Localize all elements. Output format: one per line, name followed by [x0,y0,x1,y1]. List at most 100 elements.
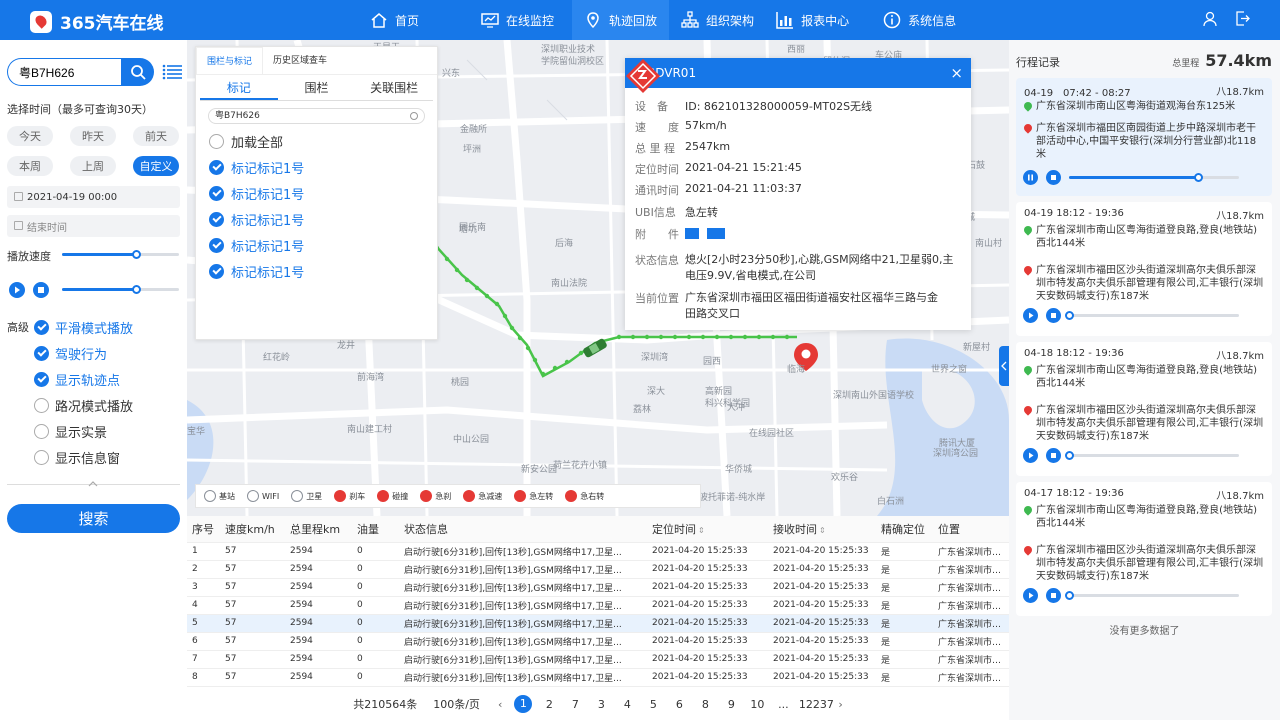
map-view[interactable]: 天星王深圳职业技术学院留仙洞校区兴东珠光金融所西丽留仙洞塘朗中兴通讯长源中国科学… [187,40,1009,516]
user-icon[interactable] [1203,11,1217,27]
layer-tab[interactable]: 历史区域查车 [263,47,337,74]
map-place-label: 波托菲诺-纯水岸 [699,493,766,503]
quick-time-button[interactable]: 上周 [70,156,116,176]
trip-card[interactable]: 04-19 07:42 - 08:27 八18.7km 广东省深圳市南山区粤海街道观… [1016,78,1272,196]
quick-time-button[interactable]: 前天 [133,126,179,146]
start-time-field[interactable]: 2021-04-19 00:00 [7,186,180,208]
page-size-select[interactable]: 100条/页 [433,696,480,712]
layer-subtab[interactable]: 标记 [200,77,278,100]
nav-item-6[interactable]: 系统信息 [871,0,968,40]
marker-search-input[interactable]: 粤B7H626 [208,108,425,124]
search-button[interactable]: 搜索 [7,504,180,533]
play-button[interactable] [1023,588,1038,603]
expand-panel-tab[interactable] [999,346,1009,386]
quick-time-button[interactable]: 自定义 [133,156,179,176]
nav-item-2[interactable]: 在线监控 [469,0,566,40]
marker-item[interactable]: 加载全部 [209,128,437,154]
page-number[interactable]: 10 [744,698,770,711]
trip-progress-track[interactable] [1065,311,1239,320]
pause-button[interactable] [1023,170,1038,185]
progress-slider-knob[interactable] [131,285,141,294]
quick-time-button[interactable]: 本周 [7,156,53,176]
nav-item-5[interactable]: 报表中心 [764,0,861,40]
trip-card[interactable]: 04-18 18:12 - 19:36 八18.7km 广东省深圳市南山区粤海街道登… [1016,342,1272,476]
stop-button[interactable] [1046,588,1061,603]
sort-icon[interactable]: ⇕ [698,526,705,535]
page-number[interactable]: 6 [666,698,692,711]
trip-progress-track[interactable] [1069,173,1239,182]
trip-progress-track[interactable] [1065,451,1239,460]
option-toggle[interactable]: 驾驶行为 [34,344,107,363]
close-icon[interactable]: × [950,58,963,88]
play-button[interactable] [1023,308,1038,323]
page-number[interactable]: 8 [692,698,718,711]
page-number[interactable]: 5 [640,698,666,711]
layer-tab[interactable]: 围栏与标记 [196,47,264,74]
table-row[interactable]: 4 57 2594 0 启动行驶[6分31秒],回传[13秒],GSM网络中17,卫星.… [187,596,1009,615]
play-button[interactable] [9,282,25,298]
trip-card[interactable]: 04-17 18:12 - 19:36 八18.7km 广东省深圳市南山区粤海街道登… [1016,482,1272,616]
table-row[interactable]: 8 57 2594 0 启动行驶[6分31秒],回传[13秒],GSM网络中17,卫星.… [187,668,1009,687]
end-time-field[interactable]: 结束时间 [7,215,180,237]
stop-button[interactable] [1046,308,1061,323]
option-toggle[interactable]: 平滑模式播放 [34,318,133,337]
column-header[interactable]: 接收时间 ⇕ [768,516,876,543]
speed-slider-knob[interactable] [131,250,141,259]
option-toggle[interactable]: 显示信息窗 [34,448,120,467]
page-number[interactable]: 9 [718,698,744,711]
trip-card[interactable]: 04-19 18:12 - 19:36 八18.7km 广东省深圳市南山区粤海街道登… [1016,202,1272,336]
page-number[interactable]: 3 [588,698,614,711]
marker-item[interactable]: 标记标记1号 [209,180,437,206]
quick-time-button[interactable]: 昨天 [70,126,116,146]
trip-progress-knob[interactable] [1065,451,1074,460]
marker-item[interactable]: 标记标记1号 [209,206,437,232]
video-attachment-icon[interactable] [707,227,725,239]
nav-item-3[interactable]: 轨迹回放 [572,0,670,40]
nav-item-4[interactable]: 组织架构 [669,0,766,40]
table-row[interactable]: 2 57 2594 0 启动行驶[6分31秒],回传[13秒],GSM网络中17,卫星.… [187,560,1009,579]
table-row[interactable]: 7 57 2594 0 启动行驶[6分31秒],回传[13秒],GSM网络中17,卫星.… [187,650,1009,669]
layer-subtab[interactable]: 围栏 [278,77,356,100]
trip-progress-knob[interactable] [1065,591,1074,600]
table-row[interactable]: 5 57 2594 0 启动行驶[6分31秒],回传[13秒],GSM网络中17,卫星.… [187,614,1009,633]
chevron-up-icon[interactable] [88,481,98,487]
play-button[interactable] [1023,448,1038,463]
app-logo[interactable]: 365汽车在线 [30,9,164,34]
stop-button[interactable] [33,282,49,298]
quick-time-button[interactable]: 今天 [7,126,53,146]
next-page-icon[interactable]: › [838,698,842,711]
option-toggle[interactable]: 显示实景 [34,422,107,441]
page-number[interactable]: 12237 [796,698,836,711]
speed-slider[interactable] [62,250,179,259]
prev-page-icon[interactable]: ‹ [498,698,502,711]
list-view-button[interactable] [162,63,182,81]
table-cell: 7 [187,650,220,669]
sort-icon[interactable]: ⇕ [819,526,826,535]
marker-item[interactable]: 标记标记1号 [209,258,437,284]
trip-progress-knob[interactable] [1194,173,1204,182]
logout-icon[interactable] [1235,11,1250,26]
nav-item-1[interactable]: 首页 [358,0,431,40]
image-attachment-icon[interactable] [685,227,699,239]
column-header[interactable]: 定位时间 ⇕ [647,516,768,543]
marker-item[interactable]: 标记标记1号 [209,232,437,258]
layer-subtab[interactable]: 关联围栏 [355,77,433,100]
table-row[interactable]: 6 57 2594 0 启动行驶[6分31秒],回传[13秒],GSM网络中17,卫星.… [187,632,1009,651]
page-number[interactable]: ... [770,698,796,711]
marker-item[interactable]: 标记标记1号 [209,154,437,180]
table-row[interactable]: 3 57 2594 0 启动行驶[6分31秒],回传[13秒],GSM网络中17,卫星.… [187,578,1009,597]
option-toggle[interactable]: 路况模式播放 [34,396,133,415]
stop-button[interactable] [1046,170,1061,185]
page-number[interactable]: 4 [614,698,640,711]
option-toggle[interactable]: 显示轨迹点 [34,370,120,389]
search-icon-button[interactable] [121,58,154,86]
plate-search-input[interactable] [7,58,121,86]
page-number[interactable]: 2 [536,698,562,711]
trip-progress-knob[interactable] [1065,311,1074,320]
table-row[interactable]: 1 57 2594 0 启动行驶[6分31秒],回传[13秒],GSM网络中17,卫星.… [187,542,1009,561]
page-number[interactable]: 7 [562,698,588,711]
playback-progress-slider[interactable] [62,285,179,294]
stop-button[interactable] [1046,448,1061,463]
page-number[interactable]: 1 [510,695,536,713]
trip-progress-track[interactable] [1065,591,1239,600]
